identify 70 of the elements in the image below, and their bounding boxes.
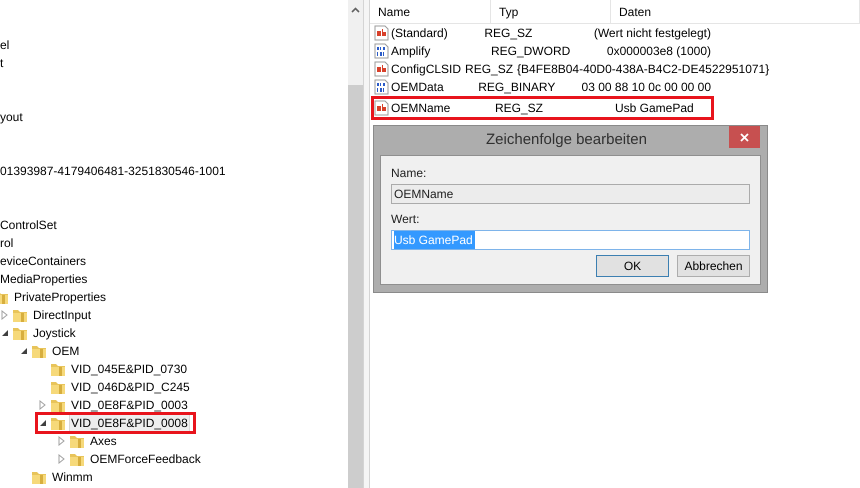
text-value-icon [374, 61, 389, 77]
tree-item[interactable]: VID_046D&PID_C245 [69, 378, 192, 396]
folder-icon [12, 307, 28, 323]
tree-item[interactable]: eviceContainers [0, 252, 86, 270]
window-title: Zeichenfolge bearbeiten [485, 130, 648, 150]
value-name[interactable]: OEMData [391, 78, 444, 96]
tree-item[interactable]: rol [0, 234, 14, 252]
folder-icon [69, 433, 85, 449]
column-header[interactable]: Typ [491, 0, 611, 24]
binary-value-icon [374, 79, 389, 95]
table-cell-text: REG_DWORD [490, 43, 572, 60]
tree-item[interactable]: t [0, 54, 4, 72]
tree-item[interactable]: el [0, 36, 10, 54]
tree-item[interactable]: VID_0E8F&PID_0008 [69, 414, 190, 432]
folder-icon [50, 397, 66, 413]
field-label: Name: [391, 166, 428, 180]
table-cell-text: (Wert nicht festgelegt) [592, 25, 711, 42]
value-name[interactable]: (Standard) [391, 24, 448, 42]
name-field: OEMName [391, 184, 750, 204]
column-header[interactable]: Daten [611, 0, 860, 24]
scroll-up-icon[interactable] [351, 7, 360, 13]
tree-item[interactable]: VID_0E8F&PID_0003 [69, 396, 190, 414]
scrollbar-thumb[interactable] [348, 85, 363, 488]
table-cell-text: REG_BINARY [477, 79, 556, 96]
tree-item[interactable]: Axes [88, 432, 119, 450]
table-cell-text: REG_SZ [483, 25, 534, 42]
dialog-button[interactable]: Abbrechen [677, 255, 750, 277]
tree-item[interactable]: 01393987-4179406481-3251830546-1001 [0, 162, 226, 180]
folder-icon [50, 379, 66, 395]
close-icon [740, 132, 749, 142]
close-button[interactable] [729, 126, 760, 148]
expand-icon[interactable] [57, 436, 66, 446]
folder-icon [50, 361, 66, 377]
folder-icon [31, 469, 47, 485]
table-cell-text: {B4FE8B04-40D0-438A-B4C2-DE4522951071} [516, 61, 770, 78]
tree-item[interactable]: Winmm [50, 468, 95, 486]
tree-item[interactable]: ControlSet [0, 216, 57, 234]
scrollbar[interactable] [348, 0, 363, 488]
table-cell-text: REG_SZ [464, 61, 514, 78]
text-value-icon [374, 100, 389, 116]
tree-item[interactable]: MediaProperties [0, 270, 88, 288]
table-cell-text: Usb GamePad [614, 100, 694, 117]
tree-item[interactable]: DirectInput [31, 306, 94, 324]
tree-item[interactable]: OEMForceFeedback [88, 450, 203, 468]
folder-icon [69, 451, 85, 467]
folder-icon [31, 343, 47, 359]
tree-item[interactable]: yout [0, 108, 23, 126]
folder-icon [50, 415, 66, 431]
tree-item[interactable]: PrivateProperties [12, 288, 108, 306]
collapse-icon[interactable] [19, 346, 28, 356]
collapse-icon[interactable] [38, 418, 47, 428]
value-name[interactable]: Amplify [391, 42, 430, 60]
tree-item[interactable]: VID_045E&PID_0730 [69, 360, 190, 378]
expand-icon[interactable] [57, 454, 66, 464]
binary-value-icon [374, 43, 389, 59]
tree-item[interactable]: OEM [50, 342, 82, 360]
column-header[interactable]: Name [370, 0, 491, 24]
table-cell-text: REG_SZ [494, 100, 544, 117]
tree-item[interactable]: Joystick [31, 324, 78, 342]
value-name[interactable]: OEMName [391, 99, 450, 117]
dialog-button[interactable]: OK [596, 255, 669, 277]
folder-icon [12, 325, 28, 341]
field-label: Wert: [391, 212, 420, 226]
table-cell-text: 0x000003e8 (1000) [606, 43, 711, 60]
text-value-icon [374, 25, 389, 41]
collapse-icon[interactable] [0, 328, 9, 338]
expand-icon[interactable] [38, 400, 47, 410]
expand-icon[interactable] [0, 310, 9, 320]
value-name[interactable]: ConfigCLSID [391, 60, 462, 78]
table-cell-text: 03 00 88 10 0c 00 00 00 [580, 79, 711, 96]
